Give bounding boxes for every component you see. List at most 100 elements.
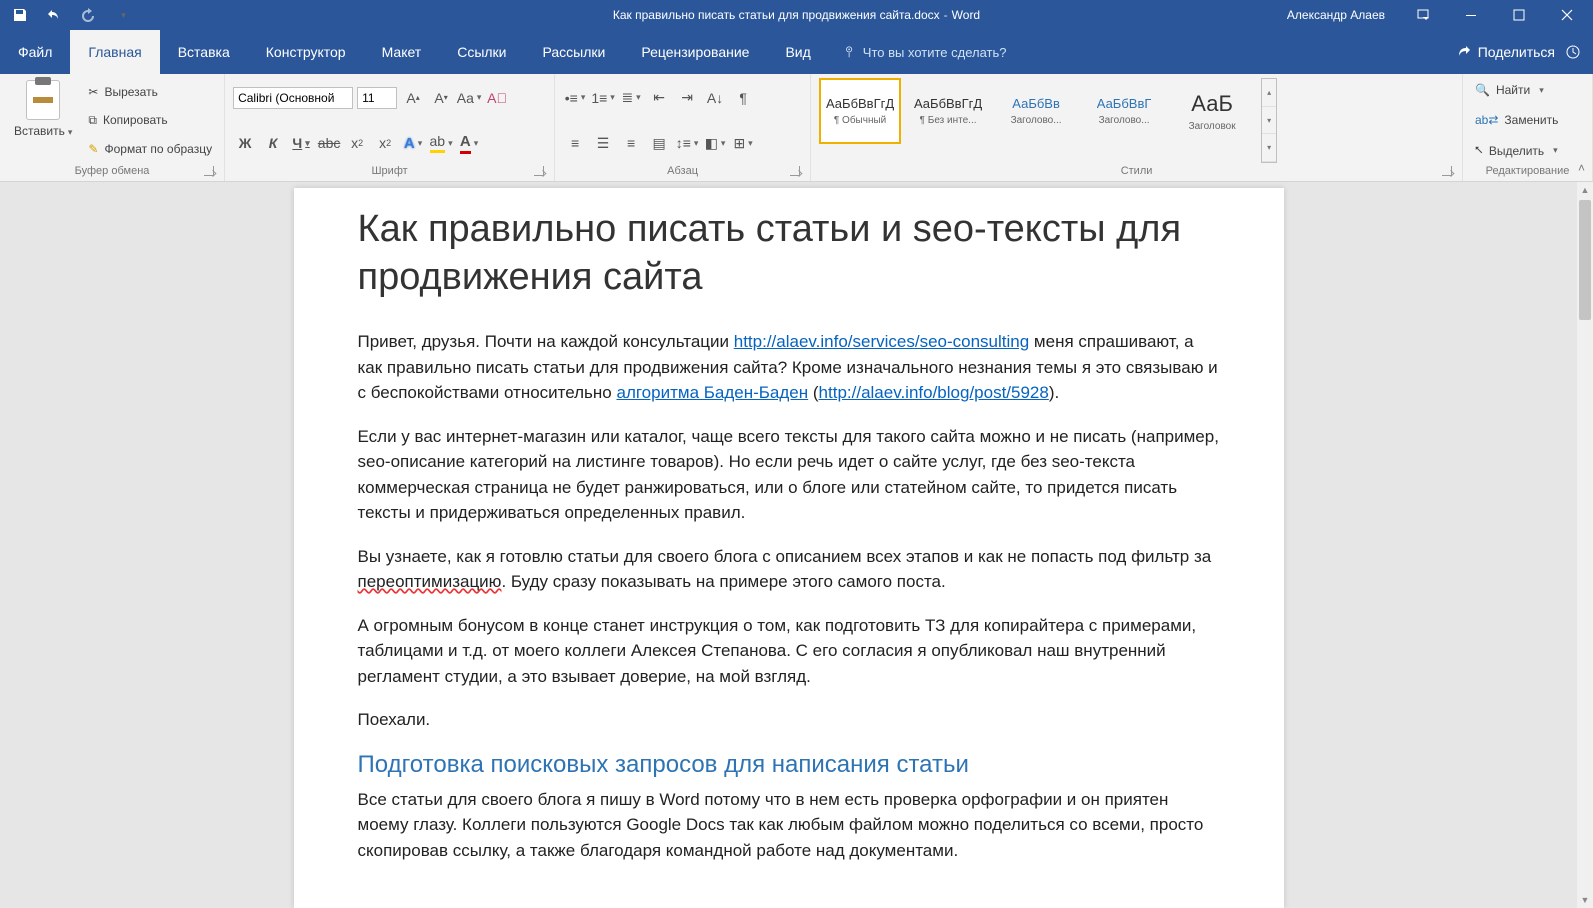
spelling-error: переоптимизацию xyxy=(358,572,502,591)
ribbon: Вставить ✂Вырезать ⧉Копировать ✎Формат п… xyxy=(0,74,1593,182)
subscript-button[interactable]: x2 xyxy=(345,131,369,155)
maximize-button[interactable] xyxy=(1499,0,1539,30)
qat-customize-button[interactable] xyxy=(112,5,132,25)
scroll-thumb[interactable] xyxy=(1579,200,1591,320)
ribbon-display-options[interactable] xyxy=(1403,0,1443,30)
find-button[interactable]: 🔍Найти xyxy=(1471,78,1584,102)
history-button[interactable] xyxy=(1565,44,1581,60)
font-size-combo[interactable] xyxy=(357,87,397,109)
group-label-paragraph: Абзац xyxy=(563,163,802,179)
paste-label: Вставить xyxy=(14,124,72,138)
font-dialog-launcher[interactable] xyxy=(534,166,544,176)
style-2[interactable]: АаБбВвЗаголово... xyxy=(995,78,1077,144)
style-0[interactable]: АаБбВвГгД¶ Обычный xyxy=(819,78,901,144)
numbering-button[interactable]: 1≡ xyxy=(591,86,615,110)
cut-button[interactable]: ✂Вырезать xyxy=(84,80,216,104)
bullets-button[interactable]: •≡ xyxy=(563,86,587,110)
scroll-up-button[interactable]: ▲ xyxy=(1577,182,1593,198)
tab-file[interactable]: Файл xyxy=(0,30,70,74)
borders-button[interactable]: ⊞ xyxy=(731,131,755,155)
tab-view[interactable]: Вид xyxy=(767,30,828,74)
replace-icon: ab⇄ xyxy=(1475,113,1498,127)
highlight-button[interactable]: ab xyxy=(429,131,453,155)
font-color-button[interactable]: A xyxy=(457,131,481,155)
font-name-combo[interactable] xyxy=(233,87,353,109)
style-4[interactable]: АаБЗаголовок xyxy=(1171,78,1253,144)
title-separator: - xyxy=(944,8,948,22)
paragraph: Поехали. xyxy=(358,707,1220,733)
search-icon: 🔍 xyxy=(1475,83,1490,97)
paragraph: Если у вас интернет-магазин или каталог,… xyxy=(358,424,1220,526)
decrease-indent-button[interactable]: ⇤ xyxy=(647,86,671,110)
tab-review[interactable]: Рецензирование xyxy=(623,30,767,74)
scroll-down-button[interactable]: ▼ xyxy=(1577,892,1593,908)
title-bar: Как правильно писать статьи для продвиже… xyxy=(0,0,1593,30)
text-effects-button[interactable]: A xyxy=(401,131,425,155)
undo-button[interactable] xyxy=(44,5,64,25)
show-marks-button[interactable]: ¶ xyxy=(731,86,755,110)
sort-button[interactable]: A↓ xyxy=(703,86,727,110)
tell-me-search[interactable]: Что вы хотите сделать? xyxy=(829,30,1007,74)
collapse-ribbon-button[interactable]: ˄ xyxy=(1578,161,1585,175)
select-button[interactable]: ⭦Выделить xyxy=(1471,139,1584,163)
align-left-button[interactable]: ≡ xyxy=(563,131,587,155)
tab-layout[interactable]: Макет xyxy=(364,30,440,74)
underline-button[interactable]: Ч xyxy=(289,131,313,155)
paragraph: Вы узнаете, как я готовлю статьи для сво… xyxy=(358,544,1220,595)
superscript-button[interactable]: x2 xyxy=(373,131,397,155)
heading-1: Как правильно писать статьи и seo-тексты… xyxy=(358,206,1220,301)
justify-button[interactable]: ▤ xyxy=(647,131,671,155)
strikethrough-button[interactable]: abc xyxy=(317,131,341,155)
tab-insert[interactable]: Вставка xyxy=(160,30,248,74)
paragraph-dialog-launcher[interactable] xyxy=(790,166,800,176)
save-button[interactable] xyxy=(10,5,30,25)
shrink-font-button[interactable]: A▾ xyxy=(429,86,453,110)
tell-me-placeholder: Что вы хотите сделать? xyxy=(863,45,1007,60)
share-button[interactable]: Поделиться xyxy=(1456,44,1555,60)
group-label-font: Шрифт xyxy=(233,163,546,179)
styles-dialog-launcher[interactable] xyxy=(1442,166,1452,176)
redo-button[interactable] xyxy=(78,5,98,25)
tab-home[interactable]: Главная xyxy=(70,30,159,74)
scissors-icon: ✂ xyxy=(88,85,98,99)
italic-button[interactable]: К xyxy=(261,131,285,155)
cursor-icon: ⭦ xyxy=(1475,143,1483,158)
increase-indent-button[interactable]: ⇥ xyxy=(675,86,699,110)
shading-button[interactable]: ◧ xyxy=(703,131,727,155)
user-name[interactable]: Александр Алаев xyxy=(1277,8,1395,22)
copy-icon: ⧉ xyxy=(88,113,97,128)
copy-button[interactable]: ⧉Копировать xyxy=(84,108,216,132)
styles-scroll[interactable]: ▴▾▾ xyxy=(1261,78,1277,163)
bold-button[interactable]: Ж xyxy=(233,131,257,155)
tab-design[interactable]: Конструктор xyxy=(248,30,364,74)
tab-mailings[interactable]: Рассылки xyxy=(525,30,624,74)
style-1[interactable]: АаБбВвГгД¶ Без инте... xyxy=(907,78,989,144)
format-painter-button[interactable]: ✎Формат по образцу xyxy=(84,137,216,161)
share-label: Поделиться xyxy=(1478,44,1555,60)
align-center-button[interactable]: ☰ xyxy=(591,131,615,155)
minimize-button[interactable] xyxy=(1451,0,1491,30)
grow-font-button[interactable]: A▴ xyxy=(401,86,425,110)
change-case-button[interactable]: Aa xyxy=(457,86,481,110)
line-spacing-button[interactable]: ↕≡ xyxy=(675,131,699,155)
paste-icon xyxy=(26,80,60,120)
group-clipboard: Вставить ✂Вырезать ⧉Копировать ✎Формат п… xyxy=(0,74,225,181)
paragraph: Все статьи для своего блога я пишу в Wor… xyxy=(358,787,1220,864)
replace-button[interactable]: ab⇄Заменить xyxy=(1471,108,1584,132)
style-3[interactable]: АаБбВвГЗаголово... xyxy=(1083,78,1165,144)
document-page[interactable]: Как правильно писать статьи и seo-тексты… xyxy=(294,188,1284,908)
paragraph: А огромным бонусом в конце станет инстру… xyxy=(358,613,1220,690)
paste-button[interactable]: Вставить xyxy=(8,78,78,163)
clear-formatting-button[interactable]: A⃠ xyxy=(485,86,509,110)
multilevel-list-button[interactable]: ≣ xyxy=(619,86,643,110)
close-button[interactable] xyxy=(1547,0,1587,30)
vertical-scrollbar[interactable]: ▲ ▼ xyxy=(1577,182,1593,908)
hyperlink[interactable]: http://alaev.info/blog/post/5928 xyxy=(819,383,1049,402)
hyperlink[interactable]: алгоритма Баден-Баден xyxy=(616,383,808,402)
align-right-button[interactable]: ≡ xyxy=(619,131,643,155)
hyperlink[interactable]: http://alaev.info/services/seo-consultin… xyxy=(734,332,1029,351)
heading-2: Подготовка поисковых запросов для написа… xyxy=(358,751,1220,779)
tab-references[interactable]: Ссылки xyxy=(439,30,524,74)
document-name: Как правильно писать статьи для продвиже… xyxy=(613,8,940,22)
clipboard-dialog-launcher[interactable] xyxy=(204,166,214,176)
